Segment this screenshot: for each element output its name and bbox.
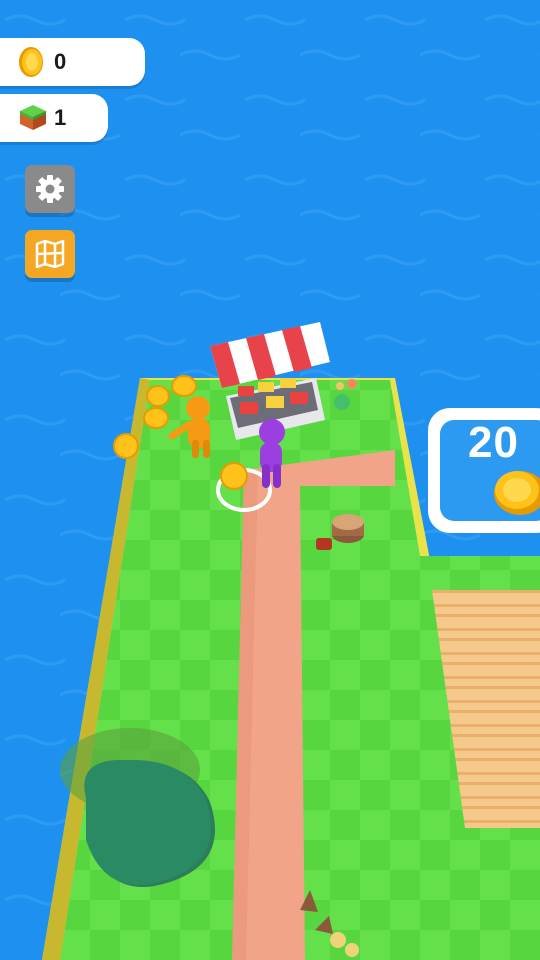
- map-icon: [35, 240, 65, 268]
- settings-button[interactable]: [25, 165, 75, 213]
- block-counter: 1: [0, 94, 108, 142]
- coin-icon: [18, 46, 44, 78]
- unlock-price: 20: [468, 418, 519, 467]
- game-scene: [0, 0, 540, 960]
- grass-block-icon: [18, 102, 46, 134]
- gear-icon: [36, 175, 64, 203]
- coin-count: 0: [54, 49, 67, 74]
- coin-counter: 0: [0, 38, 145, 86]
- block-count: 1: [54, 105, 67, 130]
- map-button[interactable]: [25, 230, 75, 278]
- ground-coin[interactable]: [220, 462, 248, 490]
